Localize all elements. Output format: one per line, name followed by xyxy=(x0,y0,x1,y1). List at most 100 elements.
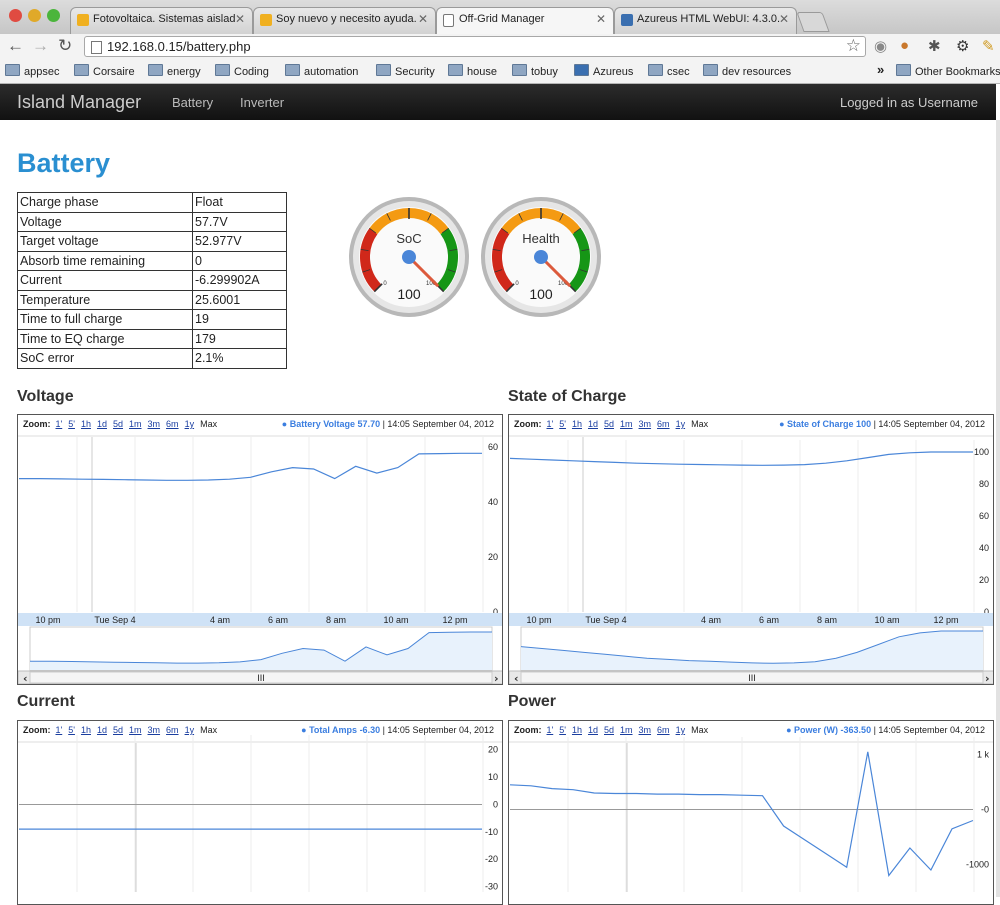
bookmark-star-icon[interactable]: ☆ xyxy=(846,36,861,56)
current-section-title: Current xyxy=(17,693,75,710)
x-tick-label: 10 pm xyxy=(35,615,60,625)
row-value: 179 xyxy=(192,328,287,349)
y-tick-label: 60 xyxy=(979,511,989,521)
bookmark-corsaire[interactable]: Corsaire xyxy=(74,64,135,78)
bookmark-appsec[interactable]: appsec xyxy=(5,64,59,78)
row-value: -6.299902A xyxy=(192,270,287,291)
row-label: SoC error xyxy=(17,348,193,369)
folder-icon xyxy=(285,64,300,76)
voltage-chart[interactable]: Zoom: 1' 5' 1h 1d 5d 1m 3m 6m 1y Max ● Battery Volt… xyxy=(17,414,503,685)
bookmark-other[interactable]: Other Bookmarks xyxy=(896,64,1000,78)
bookmark-tobuy[interactable]: tobuy xyxy=(512,64,558,78)
bookmark-azureus[interactable]: Azureus xyxy=(574,64,633,78)
extension-cookie-icon[interactable]: ● xyxy=(900,37,909,54)
folder-icon xyxy=(74,64,89,76)
back-arrow-icon[interactable]: ← xyxy=(7,36,24,56)
scroll-left-icon[interactable]: ‹ xyxy=(514,672,519,685)
x-tick-label: Tue Sep 4 xyxy=(585,615,626,625)
scrollbar-grip: III xyxy=(748,673,756,683)
address-bar[interactable]: 192.168.0.15/battery.php ☆ xyxy=(84,36,866,57)
extension-globe-icon[interactable]: ◉ xyxy=(874,37,887,55)
logged-in-user[interactable]: Logged in as Username xyxy=(840,95,978,110)
azureus-icon xyxy=(574,64,589,76)
bookmark-csec[interactable]: csec xyxy=(648,64,690,78)
y-tick-label: 20 xyxy=(979,575,989,585)
window-zoom-button[interactable] xyxy=(47,9,60,22)
row-value: 2.1% xyxy=(192,348,287,369)
row-value: 25.6001 xyxy=(192,289,287,310)
folder-icon xyxy=(703,64,718,76)
row-label: Current xyxy=(17,270,193,291)
folder-icon xyxy=(376,64,391,76)
chart-canvas: 20 10 0 -10 -20 -30 xyxy=(18,735,502,892)
tab-close-icon[interactable]: ✕ xyxy=(418,12,428,26)
forward-arrow-icon[interactable]: → xyxy=(32,36,49,56)
row-label: Voltage xyxy=(17,211,193,232)
x-tick-label: 10 pm xyxy=(526,615,551,625)
y-tick-label: 20 xyxy=(488,552,498,562)
page-icon xyxy=(443,14,454,27)
tab-close-icon[interactable]: ✕ xyxy=(596,12,606,26)
browser-tab-soy-nuevo[interactable]: Soy nuevo y necesito ayuda. ✕ xyxy=(253,7,436,34)
y-tick-label: 1 k xyxy=(977,750,990,760)
y-tick-label: -1000 xyxy=(966,860,989,870)
brand-logo[interactable]: Island Manager xyxy=(17,92,141,113)
browser-tab-azureus[interactable]: Azureus HTML WebUI: 4.3.0. ✕ xyxy=(614,7,797,34)
y-tick-label: -10 xyxy=(485,827,498,837)
scroll-right-icon[interactable]: › xyxy=(494,672,499,685)
folder-icon xyxy=(648,64,663,76)
nav-link-inverter[interactable]: Inverter xyxy=(240,95,284,110)
battery-status-table: Charge phase Float Voltage 57.7V Target vo… xyxy=(17,192,287,369)
current-chart[interactable]: Zoom: 1' 5' 1h 1d 5d 1m 3m 6m 1y Max ● Total Amps -… xyxy=(17,720,503,905)
power-chart[interactable]: Zoom: 1' 5' 1h 1d 5d 1m 3m 6m 1y Max ● Power (W) -3… xyxy=(508,720,994,905)
folder-icon xyxy=(512,64,527,76)
extension-bug-icon[interactable]: ✱ xyxy=(928,37,941,55)
folder-icon xyxy=(215,64,230,76)
health-gauge: Health0 100100 xyxy=(481,197,601,317)
window-close-button[interactable] xyxy=(9,9,22,22)
new-tab-button[interactable] xyxy=(796,12,830,32)
browser-tab-fotovoltaica[interactable]: Fotovoltaica. Sistemas aislad ✕ xyxy=(70,7,253,34)
scroll-right-icon[interactable]: › xyxy=(985,672,990,685)
x-tick-label: 12 pm xyxy=(933,615,958,625)
browser-tab-off-grid-manager[interactable]: Off-Grid Manager ✕ xyxy=(436,7,614,34)
settings-gear-icon[interactable]: ⚙ xyxy=(956,37,969,55)
bookmark-dev-resources[interactable]: dev resources xyxy=(703,64,791,78)
bookmark-automation[interactable]: automation xyxy=(285,64,358,78)
bookmarks-overflow-chevron[interactable]: » xyxy=(877,62,884,77)
gauge-hub xyxy=(534,250,548,264)
wrench-icon[interactable]: ✎ xyxy=(982,37,995,55)
bookmark-coding[interactable]: Coding xyxy=(215,64,269,78)
row-value: 19 xyxy=(192,309,287,330)
row-label: Time to full charge xyxy=(17,309,193,330)
tab-close-icon[interactable]: ✕ xyxy=(779,12,789,26)
bookmark-security[interactable]: Security xyxy=(376,64,435,78)
page-scrollbar[interactable] xyxy=(996,120,1000,897)
tab-title: Off-Grid Manager xyxy=(459,13,545,25)
row-value: 57.7V xyxy=(192,211,287,232)
window-minimize-button[interactable] xyxy=(28,9,41,22)
y-tick-label: 40 xyxy=(488,497,498,507)
table-row: Current -6.299902A xyxy=(17,270,287,291)
row-value: 0 xyxy=(192,250,287,271)
soc-section-title: State of Charge xyxy=(508,388,627,405)
y-tick-label: 100 xyxy=(974,447,989,457)
x-tick-label: 10 am xyxy=(874,615,899,625)
row-label: Temperature xyxy=(17,289,193,310)
soc-chart[interactable]: Zoom: 1' 5' 1h 1d 5d 1m 3m 6m 1y Max ● State of Cha… xyxy=(508,414,994,685)
reload-icon[interactable]: ↻ xyxy=(58,36,72,56)
tab-close-icon[interactable]: ✕ xyxy=(235,12,245,26)
y-tick-label: -30 xyxy=(485,882,498,892)
nav-link-battery[interactable]: Battery xyxy=(172,95,213,110)
tab-title: Azureus HTML WebUI: 4.3.0. xyxy=(637,13,781,25)
folder-icon xyxy=(448,64,463,76)
folder-icon xyxy=(5,64,20,76)
soc-gauge: SoC0 100100 xyxy=(349,197,469,317)
table-row: SoC error 2.1% xyxy=(17,348,287,369)
page-title: Battery xyxy=(17,148,111,178)
power-section-title: Power xyxy=(508,693,557,710)
y-tick-label: 0 xyxy=(493,799,498,809)
bookmark-energy[interactable]: energy xyxy=(148,64,201,78)
bookmark-house[interactable]: house xyxy=(448,64,497,78)
scroll-left-icon[interactable]: ‹ xyxy=(23,672,28,685)
